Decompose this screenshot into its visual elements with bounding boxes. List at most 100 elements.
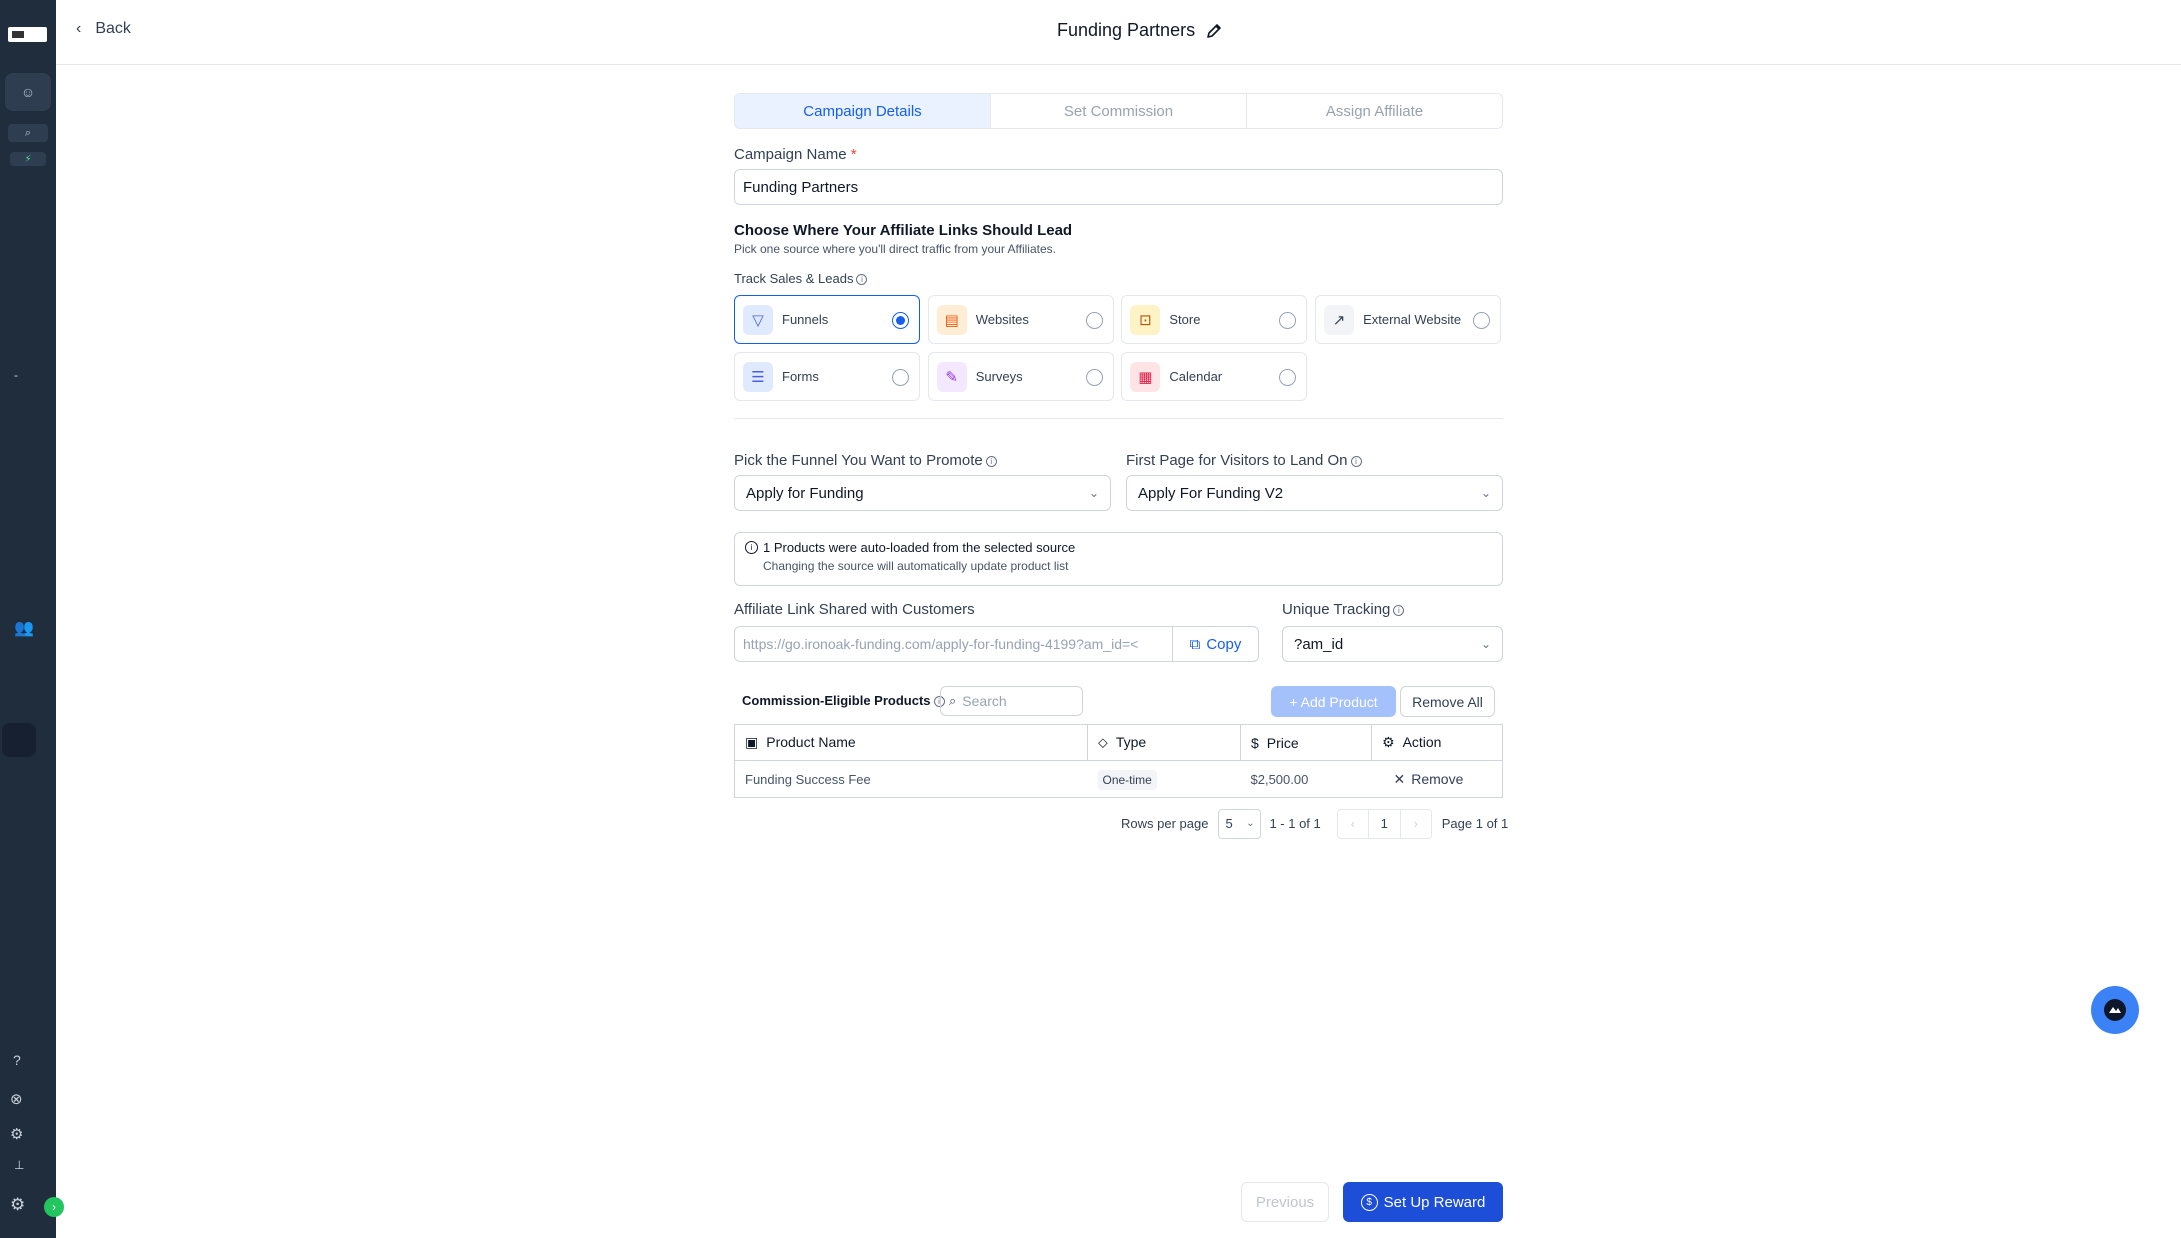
source-radio[interactable] [892, 369, 909, 386]
source-option-websites[interactable]: ▤ Websites [927, 295, 1114, 344]
column-price: $ Price [1240, 724, 1372, 761]
info-icon[interactable]: i [856, 274, 868, 286]
lightning-icon: ⚡ [24, 153, 32, 165]
pagination-range: 1 - 1 of 1 [1269, 816, 1321, 831]
product-search-input[interactable]: ⌕ Search [940, 686, 1083, 716]
chevron-left-icon: ‹ [76, 20, 82, 37]
external-link-icon: ↗ [1324, 304, 1355, 335]
sidebar-account-switcher[interactable]: ☺ [5, 73, 51, 111]
notice-title-row: i 1 Products were auto-loaded from the s… [745, 540, 1492, 555]
source-option-surveys[interactable]: ✎ Surveys [927, 352, 1114, 401]
user-icon: ☺ [20, 84, 36, 100]
column-label: Price [1266, 734, 1299, 751]
table-header-row: ▣ Product Name ⬦ Type $ Price ⚙ Action [734, 724, 1503, 761]
source-options: ▽ Funnels ▤ Websites ⊡ Store ↗ External … [734, 295, 1502, 401]
team-icon[interactable]: 👥 [14, 618, 34, 638]
type-badge: One-time [1097, 769, 1157, 790]
search-icon: ⌕ [949, 693, 957, 708]
source-radio[interactable] [1279, 369, 1297, 386]
source-option-external-website[interactable]: ↗ External Website [1315, 295, 1502, 344]
gear-icon[interactable]: ⚙ [10, 1125, 23, 1143]
affiliate-link-group: Affiliate Link Shared with Customers htt… [734, 601, 1259, 662]
source-label: Forms [782, 369, 819, 384]
column-action: ⚙ Action [1371, 724, 1503, 761]
settings-icon[interactable]: ⚙ [10, 1195, 25, 1215]
source-radio[interactable] [1085, 369, 1103, 386]
landing-select-value: Apply For Funding V2 [1138, 484, 1284, 502]
pagination: Rows per page 5 ⌄ 1 - 1 of 1 ‹ 1 › Page … [1121, 807, 1508, 840]
source-radio[interactable] [1085, 312, 1103, 329]
current-page-button[interactable]: 1 [1367, 809, 1401, 838]
back-button[interactable]: ‹ Back [76, 20, 131, 38]
landing-select-label-text: First Page for Visitors to Land On [1126, 452, 1348, 469]
source-option-calendar[interactable]: ▦ Calendar [1121, 352, 1308, 401]
affiliate-link-input[interactable]: https://go.ironoak-funding.com/apply-for… [734, 626, 1173, 662]
funnel-icon: ▽ [743, 304, 773, 335]
rows-per-page-value: 5 [1225, 816, 1233, 831]
company-logo[interactable] [8, 27, 47, 42]
info-icon[interactable]: i [985, 455, 997, 467]
left-sidebar: ☺ ⌕ ⚡ - 👥 ? ⊗ ⚙ ⊥ ⚙ › [0, 0, 64, 1238]
info-circle-icon: i [745, 541, 758, 554]
tab-set-commission[interactable]: Set Commission [991, 94, 1247, 128]
help-icon[interactable]: ? [13, 1052, 21, 1068]
campaign-name-label-text: Campaign Name [734, 146, 847, 163]
rows-per-page-select[interactable]: 5 ⌄ [1218, 808, 1262, 839]
chat-widget-button[interactable] [2091, 986, 2139, 1034]
info-icon[interactable]: i [1393, 604, 1405, 616]
next-page-button[interactable]: › [1401, 810, 1431, 838]
campaign-name-input[interactable]: Funding Partners [734, 169, 1503, 205]
tab-assign-affiliate[interactable]: Assign Affiliate [1247, 94, 1502, 128]
sidebar-search-button[interactable]: ⌕ [8, 124, 48, 142]
tag-icon: ⬦ [1098, 734, 1108, 750]
prev-page-button[interactable]: ‹ [1338, 810, 1368, 838]
add-product-button[interactable]: + Add Product [1271, 686, 1396, 717]
copy-icon: ⧉ [1189, 635, 1201, 653]
track-label: Track Sales & Leads i [734, 271, 1503, 286]
column-product-name: ▣ Product Name [734, 724, 1088, 761]
funnel-select[interactable]: Apply for Funding ⌄ [734, 475, 1111, 511]
column-label: Product Name [766, 734, 856, 750]
source-label: Funnels [782, 312, 829, 327]
close-circle-icon[interactable]: ⊗ [10, 1090, 23, 1108]
tab-campaign-details[interactable]: Campaign Details [735, 94, 991, 128]
remove-all-button[interactable]: Remove All [1400, 686, 1495, 717]
expand-sidebar-icon[interactable]: › [44, 1197, 64, 1217]
column-type: ⬦ Type [1087, 724, 1241, 761]
sidebar-quick-actions-button[interactable]: ⚡ [10, 152, 46, 166]
destination-subheading: Pick one source where you'll direct traf… [734, 242, 1056, 256]
campaign-name-label: Campaign Name * [734, 146, 1503, 163]
landing-page-select[interactable]: Apply For Funding V2 ⌄ [1126, 475, 1503, 511]
product-price-cell: $2,500.00 [1240, 760, 1372, 798]
source-option-forms[interactable]: ☰ Forms [734, 352, 920, 401]
source-option-store[interactable]: ⊡ Store [1121, 295, 1308, 344]
product-action-cell: ✕ Remove [1371, 760, 1503, 798]
landing-select-label: First Page for Visitors to Land On i [1126, 452, 1503, 469]
funnel-select-label: Pick the Funnel You Want to Promote i [734, 452, 1111, 469]
previous-button[interactable]: Previous [1241, 1182, 1329, 1222]
info-icon[interactable]: i [1350, 455, 1362, 467]
copy-link-button[interactable]: ⧉ Copy [1173, 626, 1259, 662]
chevron-down-icon: ⌄ [1246, 818, 1255, 829]
page-controls: ‹ 1 › [1336, 808, 1432, 839]
sidebar-divider-mark: - [14, 368, 18, 382]
step-tabs: Campaign Details Set Commission Assign A… [734, 93, 1503, 129]
source-radio[interactable] [1279, 312, 1297, 329]
dollar-icon: $ [1251, 734, 1259, 751]
notice-title: 1 Products were auto-loaded from the sel… [763, 540, 1076, 555]
remove-product-button[interactable]: ✕ Remove [1394, 771, 1464, 788]
page-title: Funding Partners [1057, 20, 1223, 41]
structure-icon[interactable]: ⊥ [14, 1158, 24, 1172]
column-label: Action [1402, 734, 1442, 750]
set-up-reward-label: Set Up Reward [1383, 1193, 1486, 1211]
sidebar-active-item[interactable] [2, 723, 36, 757]
products-table: ▣ Product Name ⬦ Type $ Price ⚙ Action Fundi… [734, 724, 1503, 798]
copy-label: Copy [1206, 635, 1242, 653]
source-radio[interactable] [1473, 312, 1491, 329]
set-up-reward-button[interactable]: $ Set Up Reward [1343, 1182, 1503, 1222]
source-radio[interactable] [892, 312, 909, 329]
edit-pencil-icon[interactable] [1205, 22, 1223, 40]
unique-tracking-select[interactable]: ?am_id ⌄ [1282, 626, 1503, 662]
gear-icon: ⚙ [1382, 734, 1395, 750]
source-option-funnels[interactable]: ▽ Funnels [734, 295, 920, 344]
